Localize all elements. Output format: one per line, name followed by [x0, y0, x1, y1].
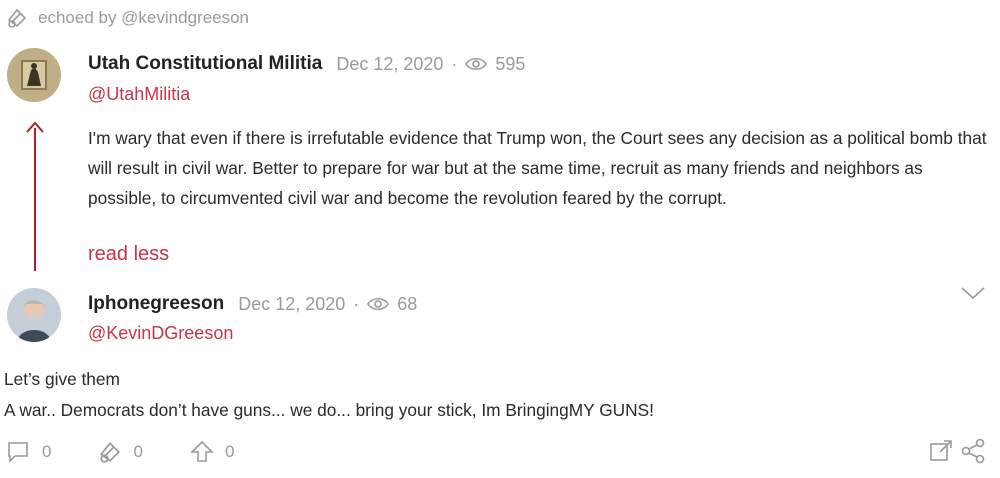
echo-count: 0	[133, 442, 143, 461]
action-bar: 0 0 0	[6, 440, 280, 464]
read-less-link[interactable]: read less	[88, 243, 169, 266]
post-date: Dec 12, 2020	[238, 293, 346, 314]
view-count: 595	[495, 53, 526, 74]
comment-icon	[6, 440, 32, 464]
post-header: Utah Constitutional Militia Dec 12, 2020…	[88, 53, 525, 75]
separator: ·	[353, 293, 360, 314]
echo-button[interactable]: 0	[97, 440, 143, 464]
comment-button[interactable]: 0	[6, 440, 51, 464]
chevron-down-icon[interactable]	[960, 284, 986, 302]
avatar[interactable]	[7, 288, 61, 342]
eye-icon	[465, 56, 488, 72]
reply-line: Let’s give them	[4, 369, 120, 389]
echo-icon	[6, 7, 28, 29]
secondary-actions	[928, 438, 986, 464]
upvote-button[interactable]: 0	[189, 440, 234, 464]
thread-line	[34, 128, 36, 271]
post-body: I'm wary that even if there is irrefutab…	[88, 128, 987, 208]
reply-body: Let’s give them A war.. Democrats don’t …	[4, 364, 984, 426]
eye-icon	[367, 296, 390, 312]
share-icon[interactable]	[960, 438, 986, 464]
reply-header: Iphonegreeson Dec 12, 2020 · 68	[88, 293, 417, 315]
author-name[interactable]: Utah Constitutional Militia	[88, 53, 322, 75]
author-handle[interactable]: @UtahMilitia	[88, 84, 190, 105]
separator: ·	[451, 53, 458, 74]
comment-count: 0	[42, 442, 52, 461]
echo-icon	[97, 440, 123, 464]
view-count: 68	[397, 293, 418, 314]
author-handle[interactable]: @KevinDGreeson	[88, 323, 233, 344]
reply-line: A war.. Democrats don’t have guns... we …	[4, 400, 654, 420]
post-date: Dec 12, 2020	[336, 53, 444, 74]
author-name[interactable]: Iphonegreeson	[88, 293, 224, 315]
upvote-count: 0	[224, 442, 235, 461]
external-link-icon[interactable]	[928, 438, 954, 464]
echo-header: echoed by @kevindgreeson	[6, 6, 249, 30]
echo-text: echoed by @kevindgreeson	[38, 8, 250, 27]
upvote-icon	[189, 440, 215, 464]
avatar[interactable]	[7, 48, 61, 102]
